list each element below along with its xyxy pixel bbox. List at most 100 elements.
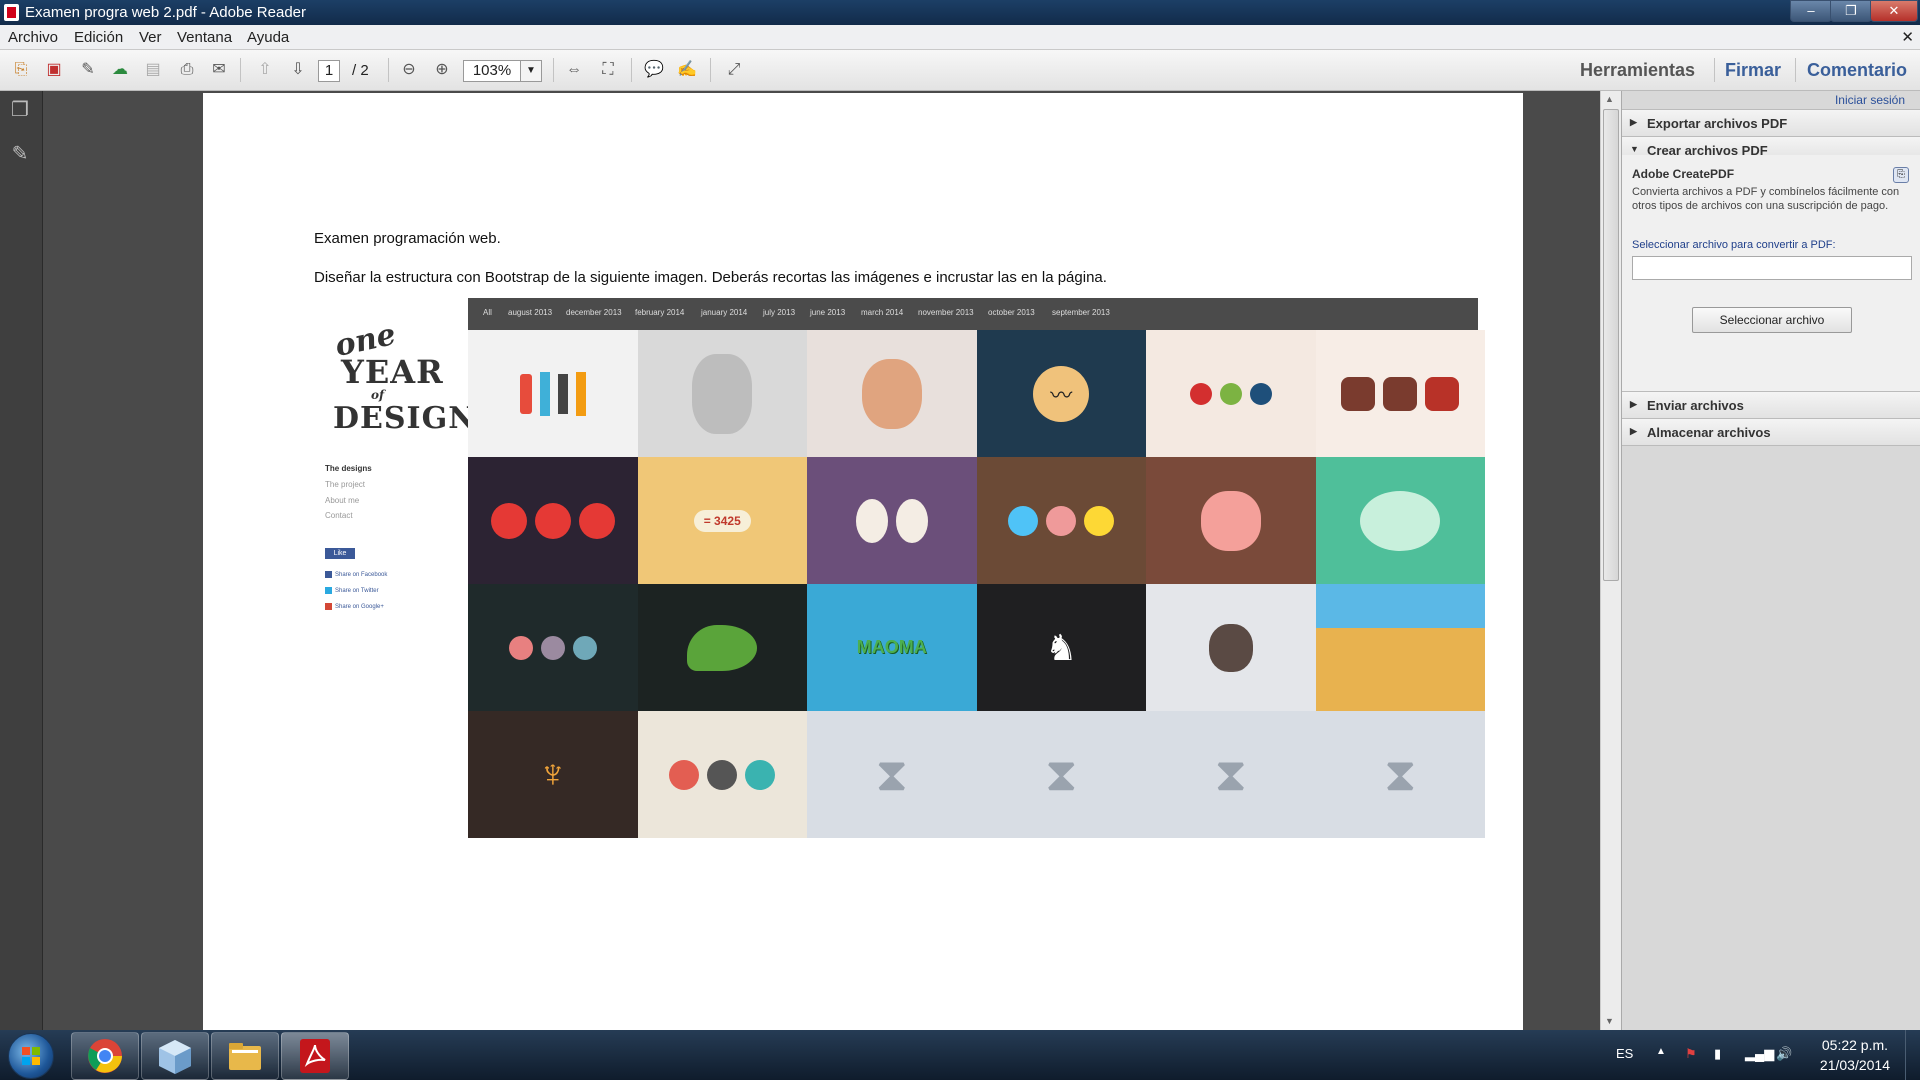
windows-logo-icon bbox=[22, 1047, 40, 1065]
menu-archivo[interactable]: Archivo bbox=[8, 29, 58, 46]
wolf-silhouette: ♞ bbox=[1045, 626, 1078, 668]
menu-ventana[interactable]: Ventana bbox=[177, 29, 232, 46]
start-button[interactable] bbox=[8, 1033, 54, 1079]
coin-counter: = 3425 bbox=[638, 457, 808, 584]
mock-tile-coin-counter: = 3425 bbox=[637, 457, 808, 584]
show-desktop-button[interactable] bbox=[1905, 1030, 1920, 1080]
eggs-characters bbox=[807, 457, 977, 584]
section-exportar[interactable]: ▶ Exportar archivos PDF bbox=[1622, 109, 1920, 137]
createpdf-title: Adobe CreatePDF bbox=[1632, 167, 1735, 181]
close-button[interactable]: ✕ bbox=[1870, 0, 1918, 22]
zoom-out-icon[interactable]: ⊖ bbox=[398, 59, 420, 81]
mock-tile-hourglass-icon: ⧗ bbox=[976, 711, 1146, 838]
fit-page-icon[interactable]: ⛶ bbox=[597, 59, 619, 81]
mock-tile-hourglass-icon: ⧗ bbox=[1146, 711, 1316, 838]
pdf-page: Examen programación web. Diseñar la estr… bbox=[203, 93, 1523, 1030]
tab-firmar[interactable]: Firmar bbox=[1725, 60, 1781, 81]
mock-tile-skull-pirate bbox=[1146, 584, 1316, 711]
fruit-dots-icons bbox=[1146, 330, 1316, 457]
fit-width-icon[interactable]: ⇔ bbox=[563, 59, 585, 81]
comment-icon[interactable]: 💬 bbox=[643, 59, 665, 81]
pages-thumbnail-icon[interactable]: ❐ bbox=[8, 97, 32, 121]
mock-tile-sketch-man-portrait bbox=[637, 330, 808, 457]
action-center-flag-icon[interactable]: ⚑ bbox=[1685, 1046, 1697, 1062]
triangle-down-icon: ▼ bbox=[1630, 144, 1639, 154]
folder-icon bbox=[229, 1043, 261, 1070]
mock-tile-stationery-icons bbox=[468, 330, 638, 457]
mock-tile-crocodile-head bbox=[637, 584, 808, 711]
mock-tile-moose-head-icon: ♆ bbox=[468, 711, 638, 838]
zoom-dropdown-icon[interactable]: ▼ bbox=[520, 60, 542, 82]
highlight-icon[interactable]: ✍ bbox=[676, 59, 698, 81]
taskbar-virtualbox[interactable] bbox=[141, 1032, 209, 1080]
close-document-icon[interactable]: ✕ bbox=[1901, 28, 1914, 46]
create-pdf-body: Adobe CreatePDF ⎘ Convierta archivos a P… bbox=[1622, 155, 1920, 391]
hourglass-icon: ⧗ bbox=[875, 747, 908, 800]
scroll-up-icon[interactable]: ▲ bbox=[1605, 94, 1614, 104]
sketch-man-portrait bbox=[638, 330, 808, 457]
clock-date: 21/03/2014 bbox=[1819, 1057, 1890, 1073]
print-icon[interactable]: ⎙ bbox=[176, 59, 198, 81]
filter-dec-2013: december 2013 bbox=[566, 308, 622, 317]
filter-sep-2013: september 2013 bbox=[1052, 308, 1110, 317]
section-almacenar[interactable]: ▶ Almacenar archivos bbox=[1622, 418, 1920, 446]
createpdf-description: Convierta archivos a PDF y combínelos fá… bbox=[1632, 186, 1900, 212]
select-file-button[interactable]: Seleccionar archivo bbox=[1692, 307, 1852, 333]
edit-pdf-icon[interactable]: ✎ bbox=[77, 59, 99, 81]
select-file-field[interactable] bbox=[1632, 256, 1912, 280]
taskbar-adobe-reader[interactable] bbox=[281, 1032, 349, 1080]
save-icon[interactable]: ▤ bbox=[142, 59, 164, 81]
next-page-icon[interactable]: ⇩ bbox=[287, 59, 309, 81]
menu-edicion[interactable]: Edición bbox=[74, 29, 123, 46]
mock-tile-maooma-logo: MAOMA bbox=[807, 584, 977, 711]
network-icon[interactable]: ▂▄▆ bbox=[1745, 1046, 1774, 1062]
section-enviar[interactable]: ▶ Enviar archivos bbox=[1622, 391, 1920, 419]
scroll-down-icon[interactable]: ▼ bbox=[1605, 1016, 1614, 1026]
select-file-label: Seleccionar archivo para convertir a PDF… bbox=[1632, 239, 1836, 251]
menu-ver[interactable]: Ver bbox=[139, 29, 162, 46]
maooma-logo: MAOMA bbox=[856, 637, 927, 657]
one-year-of-design-logo: one YEAR of DESIGN bbox=[332, 317, 477, 436]
triangle-right-icon: ▶ bbox=[1630, 399, 1637, 409]
show-hidden-icons[interactable]: ▲ bbox=[1656, 1046, 1666, 1057]
cube-icon bbox=[159, 1040, 191, 1074]
page-number-input[interactable]: 1 bbox=[318, 60, 340, 82]
system-clock[interactable]: 05:22 p.m. 21/03/2014 bbox=[1820, 1035, 1890, 1075]
doc-line-2: Diseñar la estructura con Bootstrap de l… bbox=[314, 269, 1107, 286]
upload-cloud-icon[interactable]: ☁ bbox=[109, 59, 131, 81]
filter-aug-2013: august 2013 bbox=[508, 308, 553, 317]
mock-nav-about: About me bbox=[325, 496, 360, 505]
createpdf-info-icon[interactable]: ⎘ bbox=[1893, 167, 1909, 183]
stationery-icons bbox=[468, 330, 638, 457]
scroll-thumb[interactable] bbox=[1603, 109, 1619, 581]
minimize-button[interactable]: – bbox=[1790, 0, 1832, 22]
taskbar-explorer[interactable] bbox=[211, 1032, 279, 1080]
filter-oct-2013: october 2013 bbox=[988, 308, 1035, 317]
tab-herramientas[interactable]: Herramientas bbox=[1580, 60, 1695, 81]
share-google: Share on Google+ bbox=[325, 603, 384, 610]
power-icon[interactable]: ▮ bbox=[1714, 1046, 1721, 1062]
design-mockup-image: one YEAR of DESIGN The designs The proje… bbox=[313, 298, 1485, 838]
language-indicator[interactable]: ES bbox=[1616, 1046, 1633, 1061]
zoom-in-icon[interactable]: ⊕ bbox=[431, 59, 453, 81]
volume-icon[interactable]: 🔊 bbox=[1776, 1046, 1792, 1062]
document-area: Examen programación web. Diseñar la estr… bbox=[43, 91, 1601, 1030]
maximize-button[interactable]: ❐ bbox=[1830, 0, 1872, 22]
zoom-input[interactable]: 103% bbox=[463, 60, 521, 82]
tab-comentario[interactable]: Comentario bbox=[1807, 60, 1907, 81]
menu-ayuda[interactable]: Ayuda bbox=[247, 29, 289, 46]
doc-line-1: Examen programación web. bbox=[314, 230, 501, 247]
document-scrollbar[interactable]: ▲ ▼ bbox=[1600, 91, 1621, 1030]
read-mode-icon[interactable]: ⤢ bbox=[723, 59, 745, 81]
taskbar-chrome[interactable] bbox=[71, 1032, 139, 1080]
email-icon[interactable]: ✉ bbox=[208, 59, 230, 81]
combine-files-icon[interactable]: ▣ bbox=[43, 59, 65, 81]
previous-page-icon[interactable]: ⇧ bbox=[254, 59, 276, 81]
attachments-icon[interactable]: ✎ bbox=[8, 141, 32, 165]
navigation-pane: ❐ ✎ bbox=[0, 91, 43, 1030]
sign-in-link[interactable]: Iniciar sesión bbox=[1835, 93, 1905, 107]
create-pdf-icon[interactable]: ⎘ bbox=[10, 59, 32, 81]
crocodile-head bbox=[638, 584, 808, 711]
red-monsters-icons bbox=[468, 457, 638, 584]
desert-landscape bbox=[1315, 584, 1485, 711]
